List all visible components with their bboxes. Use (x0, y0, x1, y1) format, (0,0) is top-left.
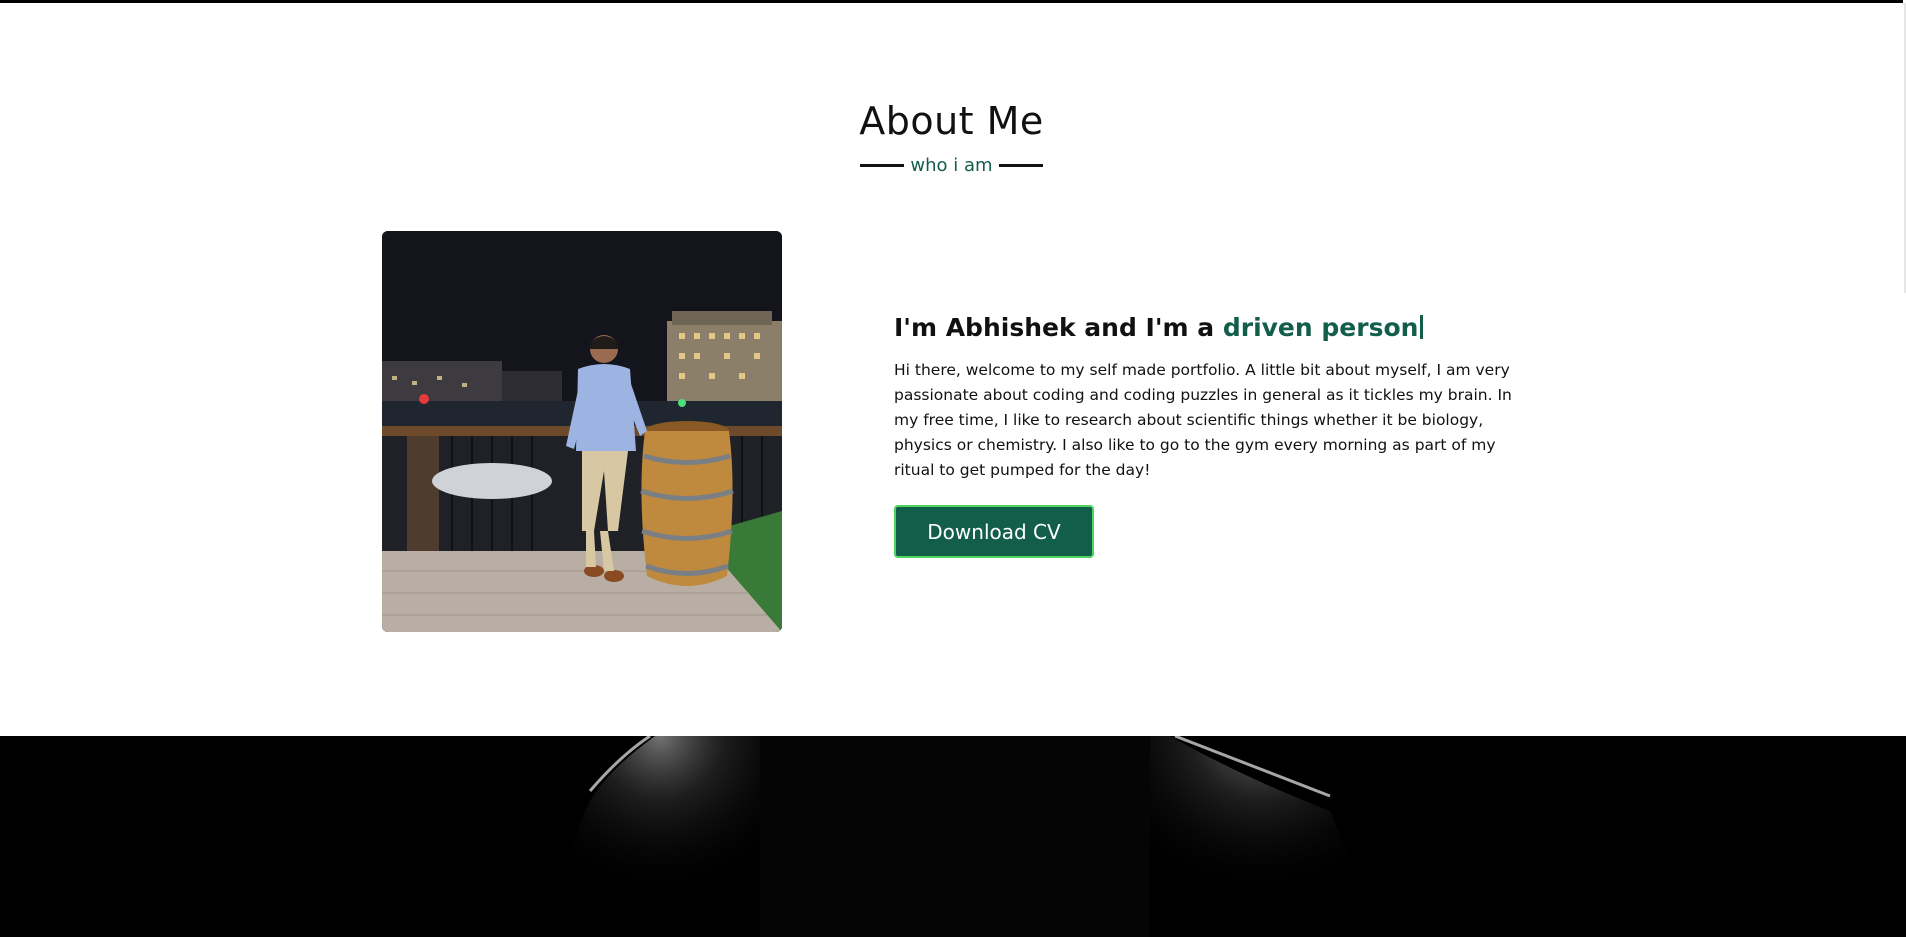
about-section: About Me who i am I'm Abhishek and I'm a… (0, 3, 1903, 736)
profile-photo (382, 231, 782, 632)
profile-photo-illustration (382, 231, 782, 632)
next-section-background-image (0, 736, 1906, 937)
intro-prefix: I'm Abhishek and I'm a (894, 313, 1223, 342)
intro-accent-typed: driven person (1222, 313, 1419, 342)
subtitle-line-left (860, 164, 905, 167)
bio-paragraph: Hi there, welcome to my self made portfo… (894, 361, 1512, 479)
subtitle-line-right (998, 164, 1043, 167)
about-text-block: I'm Abhishek and I'm a driven person Hi … (894, 313, 1524, 558)
section-subtitle: who i am (0, 155, 1903, 176)
typing-caret (1420, 315, 1424, 339)
intro-heading: I'm Abhishek and I'm a driven person (894, 313, 1524, 342)
section-title: About Me (859, 99, 1044, 143)
download-cv-button[interactable]: Download CV (894, 505, 1094, 558)
subtitle-text: who i am (910, 155, 993, 176)
next-section-banner (0, 736, 1906, 937)
